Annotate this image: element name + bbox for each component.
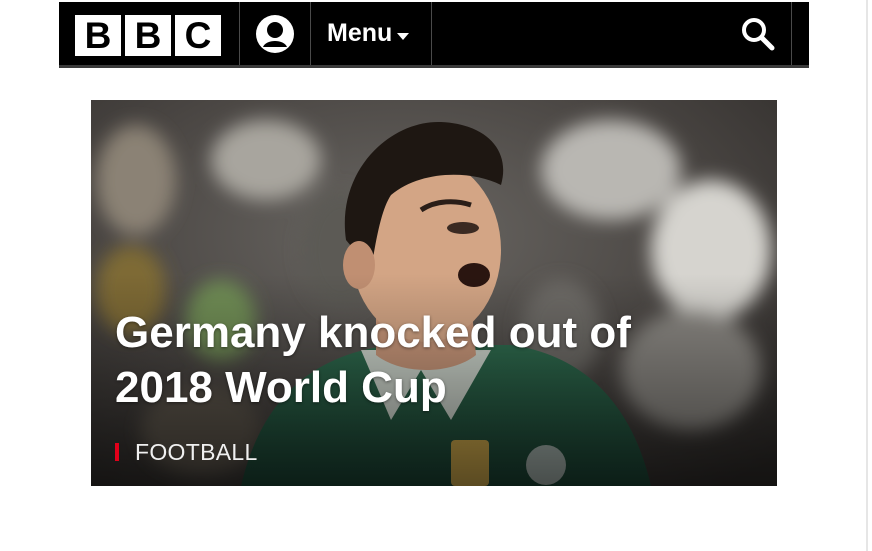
page-edge-rule	[866, 0, 868, 551]
site-header: B B C Menu	[59, 2, 809, 68]
search-button[interactable]	[725, 2, 791, 65]
logo-letter-c: C	[175, 15, 221, 56]
player-photo	[91, 100, 777, 486]
section-tag[interactable]: FOOTBALL	[115, 438, 258, 466]
chevron-down-icon	[397, 33, 410, 40]
account-icon	[256, 14, 294, 53]
menu-label: Menu	[327, 19, 393, 47]
bbc-logo[interactable]: B B C	[75, 15, 221, 56]
logo-letter-b2: B	[125, 15, 171, 56]
logo-letter-b1: B	[75, 15, 121, 56]
tag-accent-bar	[115, 443, 119, 461]
top-story-promo[interactable]: Germany knocked out of 2018 World Cup FO…	[91, 100, 777, 486]
promo-headline[interactable]: Germany knocked out of 2018 World Cup	[115, 305, 735, 415]
account-button[interactable]	[240, 2, 310, 65]
header-divider	[791, 2, 792, 65]
menu-button[interactable]: Menu	[311, 2, 431, 65]
search-icon	[742, 17, 775, 50]
header-divider	[431, 2, 432, 65]
section-tag-label: FOOTBALL	[135, 438, 258, 465]
